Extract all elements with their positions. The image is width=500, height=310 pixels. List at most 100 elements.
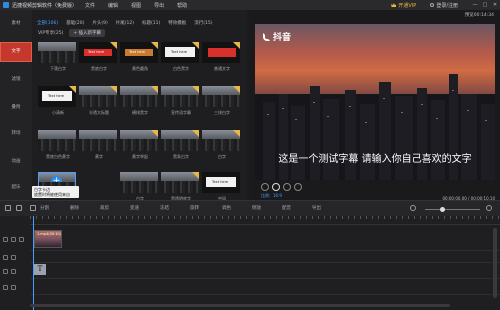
template-item[interactable]: 黑条白字	[161, 130, 201, 160]
template-item[interactable]: Text here 小清新	[38, 86, 78, 116]
sidebar-item-animation[interactable]: 动画	[0, 158, 32, 164]
login-button[interactable]: 登录/注册	[430, 2, 458, 9]
tab-basic[interactable]: 基础(20)	[66, 20, 84, 26]
template-caption: 普通文字	[214, 66, 230, 71]
video-clip[interactable]: 1.mp4(00:10)	[34, 230, 62, 248]
undo-icon[interactable]	[5, 205, 11, 211]
track-lock-icon[interactable]	[11, 269, 16, 274]
template-caption: 横排黑字	[132, 110, 148, 115]
template-caption: 黄字	[95, 154, 103, 159]
maximize-button[interactable]: □	[480, 2, 490, 8]
track-mute-icon[interactable]	[19, 237, 24, 242]
playhead[interactable]	[33, 216, 34, 310]
menu-edit[interactable]: 编辑	[108, 2, 118, 9]
template-item[interactable]: 三排白字	[202, 86, 242, 116]
template-item[interactable]: Text here 黑底白字	[79, 42, 119, 72]
template-item[interactable]: 下落白字	[38, 42, 78, 72]
track-divider	[30, 250, 500, 251]
tab-opening[interactable]: 片头(9)	[92, 20, 107, 26]
template-caption: 小清新	[52, 110, 64, 115]
tab-popular[interactable]: 流行(15)	[194, 20, 212, 26]
timeline-horizontal-scrollbar[interactable]	[30, 304, 450, 307]
close-button[interactable]: ✕	[490, 2, 500, 8]
stop-icon[interactable]	[283, 183, 291, 191]
rewind-icon[interactable]	[261, 183, 269, 191]
template-item[interactable]: 黑底白色黄字	[38, 130, 78, 160]
timeline-ruler[interactable]	[30, 216, 500, 225]
sidebar-item-filter[interactable]: 滤镜	[0, 76, 32, 82]
track-visibility-icon[interactable]	[3, 269, 8, 274]
template-item[interactable]: 黄字举起	[120, 130, 160, 160]
tab-title[interactable]: 标题(11)	[142, 20, 160, 26]
template-thumbnail	[202, 42, 240, 63]
text-clip[interactable]: T	[34, 264, 46, 275]
redo-icon[interactable]	[16, 205, 22, 211]
template-caption: 半透大标题	[89, 110, 109, 115]
template-item[interactable]: 白字	[120, 172, 160, 202]
template-caption: 黑条白字	[173, 154, 189, 159]
tool-split[interactable]: 分割	[40, 205, 49, 211]
template-item[interactable]: 横排黑字	[120, 86, 160, 116]
aspect-ratio-label[interactable]: 比例：16:9	[261, 193, 282, 199]
menu-export[interactable]: 导出	[154, 2, 164, 9]
template-item[interactable]: Text here 中间	[202, 172, 242, 202]
sidebar-item-text[interactable]: 文字	[0, 42, 32, 62]
tab-all[interactable]: 全部(106)	[37, 20, 58, 26]
track-visibility-icon[interactable]	[3, 285, 8, 290]
tab-ending[interactable]: 片尾(12)	[116, 20, 134, 26]
play-icon[interactable]	[272, 183, 280, 191]
template-item[interactable]: 黑透明底字	[161, 172, 201, 202]
zoom-slider-handle[interactable]	[440, 207, 445, 212]
titlebar-right: 开通VIP 登录/注册 — □ ✕	[391, 0, 500, 10]
template-caption: 白字	[218, 154, 226, 159]
video-preview: 抖音 这是一个测试字幕 请输入你自己喜欢的文字	[255, 24, 495, 180]
track-visibility-icon[interactable]	[3, 255, 8, 260]
template-item[interactable]: 普通文字	[202, 42, 242, 72]
tool-freeze[interactable]: 冻结	[160, 205, 169, 211]
template-caption: 黄色圆角	[132, 66, 148, 71]
playback-controls: 比例：16:9 00:00:00.00 / 00:00:10.10	[255, 181, 495, 201]
tool-speed[interactable]: 变速	[130, 205, 139, 211]
template-item[interactable]: Text here 黄色圆角	[120, 42, 160, 72]
tool-delete[interactable]: 删除	[70, 205, 79, 211]
template-caption: 宣传语字幕	[171, 110, 191, 115]
tool-rotate[interactable]: 旋转	[190, 205, 199, 211]
tab-vip[interactable]: VIP专享(25)	[38, 30, 63, 36]
add-subtitle-button[interactable]: + 插入新字幕	[69, 29, 106, 37]
tool-dub[interactable]: 配音	[282, 205, 291, 211]
tool-color[interactable]: 调色	[222, 205, 231, 211]
template-item[interactable]: Text here 白色黑字	[161, 42, 201, 72]
track-lock-icon[interactable]	[11, 285, 16, 290]
tiktok-watermark: 抖音	[263, 30, 291, 43]
template-item[interactable]: 半透大标题	[79, 86, 119, 116]
sidebar-item-music[interactable]: 配乐	[0, 184, 32, 190]
template-item[interactable]: 白字	[202, 130, 242, 160]
track-lock-icon[interactable]	[11, 237, 16, 242]
tab-effects[interactable]: 特效模板	[168, 20, 186, 26]
sidebar-item-transition[interactable]: 转场	[0, 130, 32, 136]
vip-button[interactable]: 开通VIP	[391, 2, 416, 9]
template-item[interactable]: 黄字	[79, 130, 119, 160]
fast-forward-icon[interactable]	[294, 183, 302, 191]
category-tabs: 全部(106) 基础(20) 片头(9) 片尾(12) 标题(11) 特效模板 …	[37, 20, 220, 26]
zoom-in-icon[interactable]	[486, 205, 492, 211]
template-caption: 白色黑字	[173, 66, 189, 71]
subtitle-text[interactable]: 这是一个测试字幕 请输入你自己喜欢的文字	[255, 150, 495, 165]
template-item[interactable]: 宣传语字幕	[161, 86, 201, 116]
menu-help[interactable]: 帮助	[177, 2, 187, 9]
timeline-vertical-scrollbar[interactable]	[493, 228, 497, 298]
tool-crop[interactable]: 裁剪	[100, 205, 109, 211]
sidebar-item-overlay[interactable]: 叠附	[0, 104, 32, 110]
minimize-button[interactable]: —	[470, 2, 480, 8]
menu-view[interactable]: 视图	[131, 2, 141, 9]
tool-export[interactable]: 导出	[312, 205, 321, 211]
track-visibility-icon[interactable]	[3, 237, 8, 242]
menu-file[interactable]: 文件	[85, 2, 95, 9]
split-icon[interactable]	[30, 205, 36, 211]
timeline-zoom-slider[interactable]	[425, 207, 480, 212]
zoom-out-icon[interactable]	[410, 205, 416, 211]
tool-reverse[interactable]: 倒放	[252, 205, 261, 211]
template-thumbnail	[120, 172, 158, 193]
track-lock-icon[interactable]	[11, 255, 16, 260]
sidebar-item-material[interactable]: 素材	[0, 20, 32, 26]
